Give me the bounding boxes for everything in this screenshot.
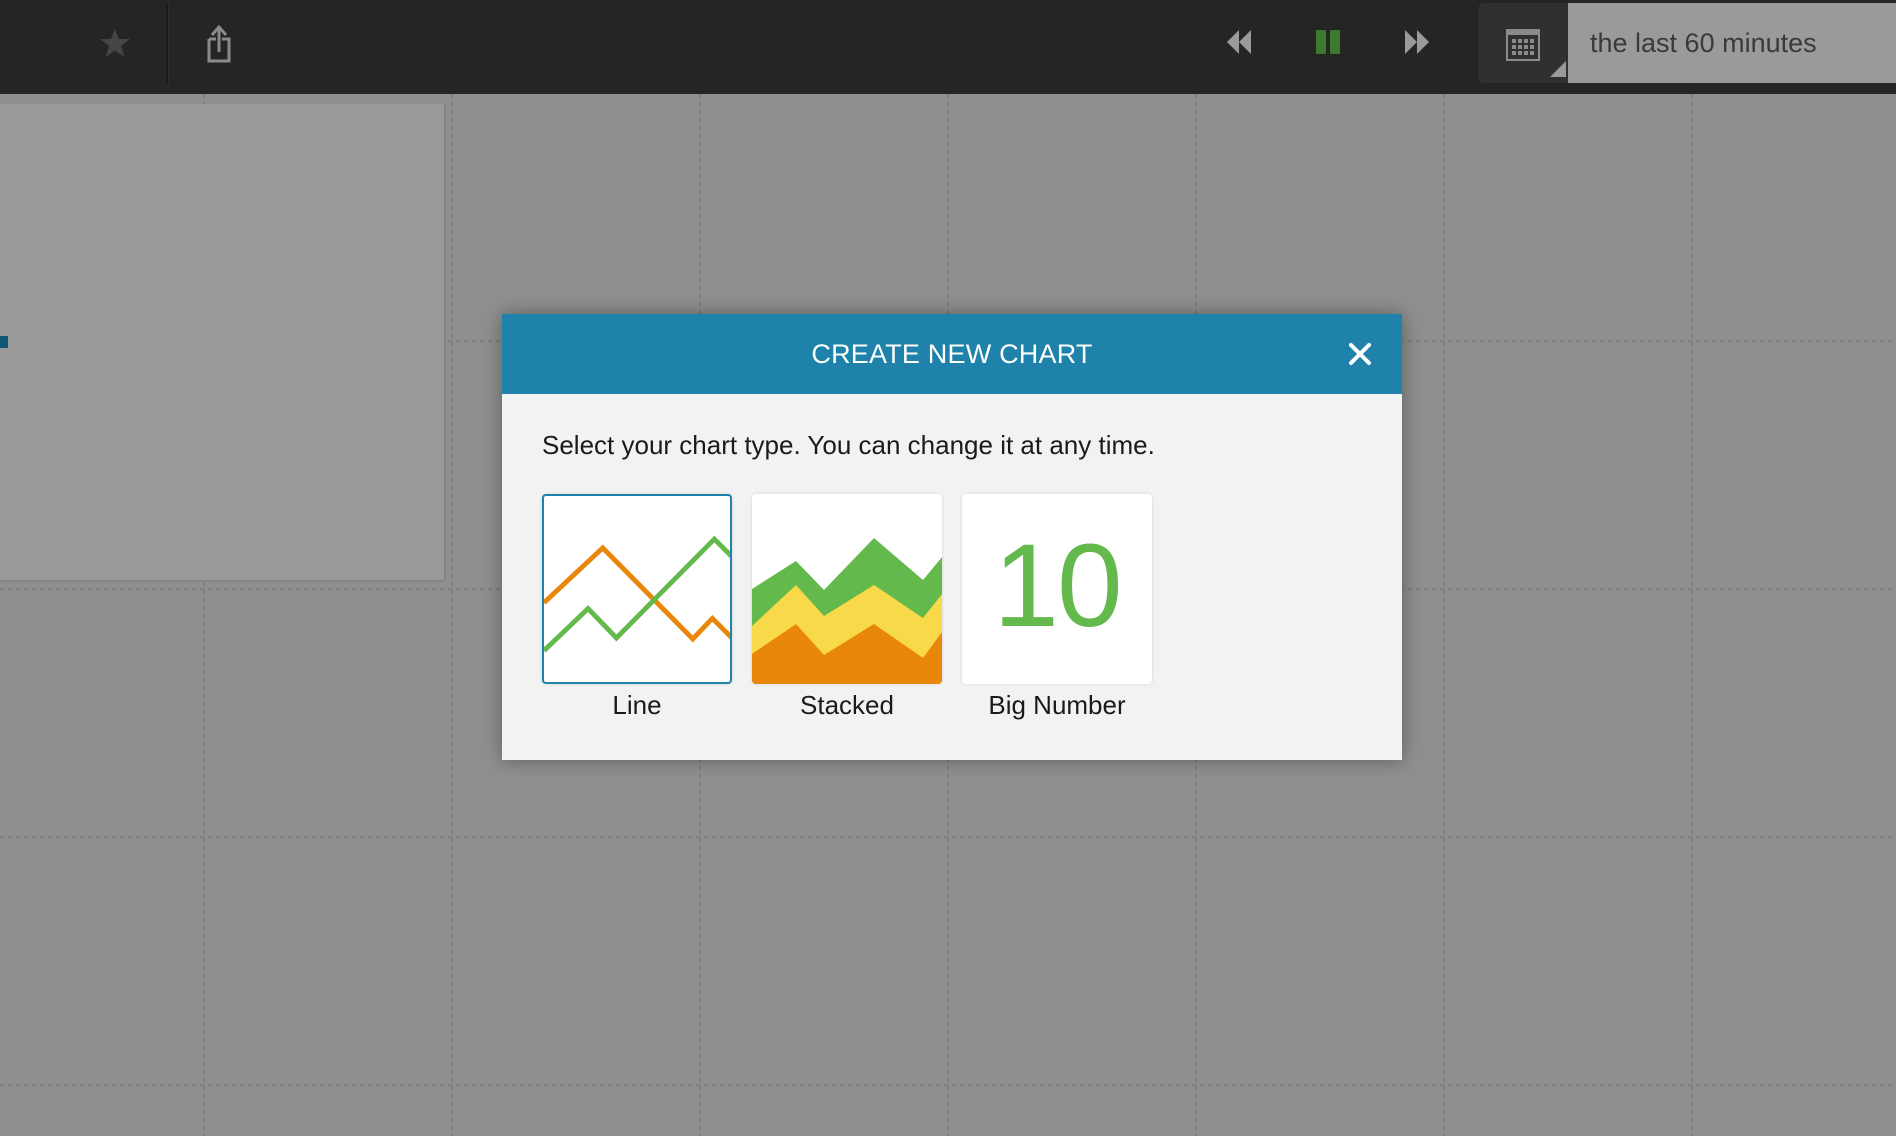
calendar-icon xyxy=(1506,29,1540,61)
grid-line xyxy=(0,1084,1896,1086)
grid-line xyxy=(0,836,1896,838)
grid-line xyxy=(451,94,453,1136)
grid-line xyxy=(1443,94,1445,1136)
date-picker-button[interactable] xyxy=(1478,3,1574,83)
fast-forward-icon xyxy=(1405,30,1429,54)
big-number-preview[interactable]: 10 xyxy=(962,494,1152,684)
top-toolbar: the last 60 minutes xyxy=(0,0,1896,94)
line-chart-preview[interactable] xyxy=(542,494,732,684)
chart-type-line[interactable]: Line xyxy=(542,494,732,721)
stacked-chart-preview[interactable] xyxy=(752,494,942,684)
stacked-chart-icon xyxy=(752,538,942,684)
fast-forward-button[interactable] xyxy=(1400,25,1434,59)
chart-type-options: Line Stacked 10 Big Number xyxy=(542,494,1152,721)
pause-icon xyxy=(1316,30,1340,54)
close-button[interactable] xyxy=(1346,340,1374,368)
time-range-value: the last 60 minutes xyxy=(1590,27,1817,58)
rewind-icon xyxy=(1227,30,1251,54)
rewind-button[interactable] xyxy=(1222,25,1256,59)
modal-instruction: Select your chart type. You can change i… xyxy=(542,430,1155,460)
option-label: Big Number xyxy=(988,690,1126,720)
modal-title: CREATE NEW CHART xyxy=(811,338,1093,369)
chart-type-stacked[interactable]: Stacked xyxy=(752,494,942,721)
chart-type-big-number[interactable]: 10 Big Number xyxy=(962,494,1152,721)
toolbar-divider xyxy=(166,3,169,84)
option-label: Line xyxy=(612,690,662,720)
widget-marker xyxy=(0,336,8,348)
dropdown-corner-icon xyxy=(1550,61,1566,77)
grid-line xyxy=(1691,94,1693,1136)
share-icon xyxy=(207,24,231,63)
share-button[interactable] xyxy=(202,22,236,66)
close-icon xyxy=(1349,343,1371,365)
big-number-value: 10 xyxy=(993,520,1122,652)
green-line xyxy=(544,535,730,653)
star-icon xyxy=(100,29,130,57)
create-chart-modal: CREATE NEW CHART Select your chart type.… xyxy=(502,314,1402,760)
dashboard-widget-panel[interactable] xyxy=(0,104,444,580)
line-chart-icon xyxy=(544,535,730,653)
time-range-input[interactable]: the last 60 minutes xyxy=(1568,3,1896,83)
modal-header: CREATE NEW CHART xyxy=(502,314,1402,394)
option-label: Stacked xyxy=(800,690,894,720)
favorite-button[interactable] xyxy=(98,26,132,60)
pause-button[interactable] xyxy=(1311,25,1345,59)
